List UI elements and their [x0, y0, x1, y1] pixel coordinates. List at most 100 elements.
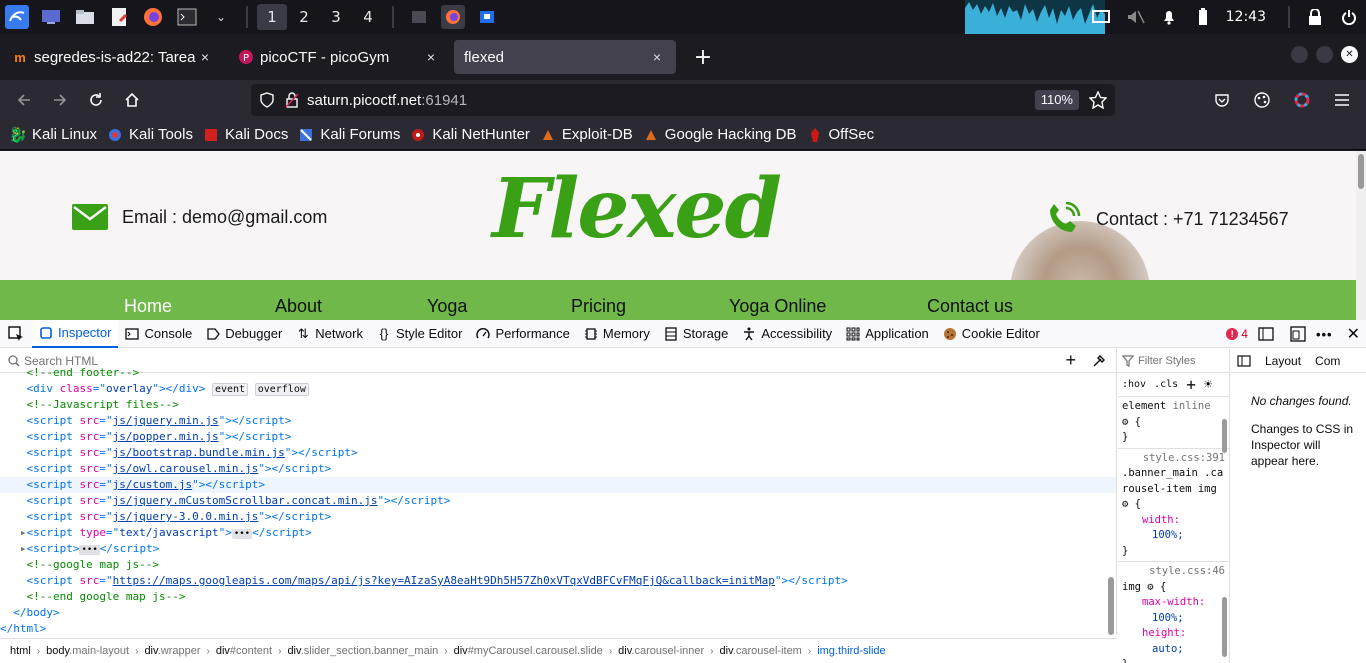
filter-styles-field[interactable]: Filter Styles [1118, 349, 1229, 373]
code-line[interactable]: ▸<script type="text/javascript"> ••• </scr… [0, 525, 1116, 541]
breadcrumb-item[interactable]: img.third-slide [817, 645, 885, 657]
css-value[interactable]: 100%; [1122, 611, 1225, 627]
workspace-2[interactable]: 2 [289, 4, 319, 30]
gear-icon[interactable]: ⚙ [1122, 498, 1128, 510]
terminal-icon[interactable] [175, 5, 199, 29]
code-line[interactable]: <script src="js/jquery.mCustomScrollbar.… [0, 493, 1116, 509]
code-line[interactable]: <!--end footer--> [0, 365, 1116, 381]
tab-picoctf[interactable]: P picoCTF - picoGym × [228, 40, 450, 74]
nav-home[interactable]: Home [124, 296, 172, 317]
breadcrumb-item[interactable]: div.slider_section.banner_main [287, 645, 438, 657]
code-line[interactable]: <script src="js/jquery-3.0.0.min.js"></s… [0, 509, 1116, 525]
bookmark-google-hacking-db[interactable]: Google Hacking DB [643, 126, 797, 143]
css-property[interactable]: max-width: [1122, 595, 1225, 611]
clock[interactable]: 12:43 [1226, 9, 1266, 25]
bookmark-kali-linux[interactable]: 🐉 Kali Linux [9, 126, 97, 144]
code-line[interactable]: <!--Javascript files--> [0, 397, 1116, 413]
code-line-highlighted[interactable]: <script src="js/custom.js"></script> [0, 477, 1116, 493]
script-src[interactable]: js/popper.min.js [113, 430, 219, 443]
bookmark-kali-forums[interactable]: Kali Forums [298, 126, 400, 143]
code-line[interactable]: </body> [0, 605, 1116, 621]
script-src[interactable]: js/bootstrap.bundle.min.js [113, 446, 285, 459]
tab-network[interactable]: ⇅ Network [289, 320, 370, 348]
overflow-badge[interactable]: overflow [254, 383, 309, 396]
desktop-icon[interactable] [39, 5, 63, 29]
home-icon[interactable] [114, 84, 150, 116]
breadcrumb-item[interactable]: div.wrapper [144, 645, 200, 657]
dock-icon[interactable] [1290, 326, 1306, 342]
bookmark-exploit-db[interactable]: Exploit-DB [540, 126, 633, 143]
pocket-icon[interactable] [1204, 84, 1240, 116]
scrollbar-thumb[interactable] [1358, 154, 1364, 189]
close-tab-icon[interactable]: × [648, 49, 666, 65]
css-property[interactable]: width: [1122, 513, 1225, 529]
event-badge[interactable]: event [211, 383, 249, 396]
rule-source-link[interactable]: style.css:391 [1122, 451, 1225, 467]
pick-element-icon[interactable] [0, 320, 32, 348]
tab-performance[interactable]: Performance [469, 320, 576, 348]
tab-computed[interactable]: Com [1315, 354, 1340, 368]
mute-icon[interactable] [1123, 5, 1147, 29]
url-text[interactable]: saturn.picoctf.net:61941 [307, 92, 467, 109]
tab-segredes[interactable]: m segredes-is-ad22: Tarea 5 × [2, 40, 224, 74]
script-src[interactable]: js/owl.carousel.min.js [113, 462, 259, 475]
markup-scrollbar-thumb[interactable] [1108, 577, 1114, 635]
workspace-1[interactable]: 1 [257, 4, 287, 30]
collapsed-ellipsis[interactable]: ••• [79, 545, 100, 555]
code-line[interactable]: ▸<script> ••• </script> [0, 541, 1116, 557]
workspace-3[interactable]: 3 [321, 4, 351, 30]
tab-accessibility[interactable]: Accessibility [735, 320, 839, 348]
script-src[interactable]: https://maps.googleapis.com/maps/api/js?… [113, 574, 775, 587]
hover-toggle[interactable]: :hov [1122, 379, 1146, 390]
tab-cookie-editor[interactable]: Cookie Editor [936, 320, 1047, 348]
nav-pricing[interactable]: Pricing [571, 296, 626, 317]
close-window-icon[interactable]: ✕ [1341, 46, 1358, 63]
responsive-design-icon[interactable] [1258, 327, 1274, 341]
script-src[interactable]: js/custom.js [113, 478, 192, 491]
error-count[interactable]: ! 4 [1226, 327, 1248, 341]
forward-icon[interactable] [42, 84, 78, 116]
color-wheel-icon[interactable] [1284, 84, 1320, 116]
css-rule[interactable]: style.css:46 img ⚙ { max-width: 100%; he… [1118, 562, 1229, 663]
shield-icon[interactable] [259, 92, 275, 108]
nav-about[interactable]: About [275, 296, 322, 317]
tab-inspector[interactable]: Inspector [32, 319, 119, 348]
insecure-lock-icon[interactable] [285, 92, 299, 108]
app-window-icon[interactable] [475, 5, 499, 29]
tab-flexed[interactable]: flexed × [454, 40, 676, 74]
code-line[interactable]: <!--google map js--> [0, 557, 1116, 573]
code-line[interactable]: <script src="js/owl.carousel.min.js"></s… [0, 461, 1116, 477]
more-options-icon[interactable]: ••• [1316, 327, 1333, 342]
light-theme-icon[interactable]: ☀ [1204, 377, 1212, 393]
bookmark-star-icon[interactable] [1089, 91, 1107, 109]
back-icon[interactable] [6, 84, 42, 116]
firefox-window-icon[interactable] [441, 5, 465, 29]
battery-icon[interactable] [1191, 5, 1215, 29]
css-rule[interactable]: style.css:391 .banner_main .carousel-ite… [1118, 449, 1229, 562]
rules-scrollbar-thumb[interactable] [1222, 597, 1227, 657]
css-value[interactable]: auto; [1122, 642, 1225, 658]
close-devtools-icon[interactable]: ✕ [1347, 324, 1360, 344]
code-line[interactable]: <script src="js/popper.min.js"></script> [0, 429, 1116, 445]
minimize-icon[interactable] [1291, 46, 1308, 63]
gear-icon[interactable]: ⚙ [1147, 581, 1153, 593]
rules-scrollbar-thumb[interactable] [1222, 419, 1227, 453]
firefox-icon[interactable] [141, 5, 165, 29]
code-line[interactable]: <div class="overlay"></div> event overfl… [0, 381, 1116, 397]
add-rule-icon[interactable]: + [1186, 375, 1196, 394]
reload-icon[interactable] [78, 84, 114, 116]
page-scrollbar[interactable] [1356, 151, 1366, 320]
nav-yoga-online[interactable]: Yoga Online [729, 296, 826, 317]
kali-menu-icon[interactable] [5, 5, 29, 29]
bookmark-kali-nethunter[interactable]: Kali NetHunter [410, 126, 530, 143]
code-line[interactable]: <script src="https://maps.googleapis.com… [0, 573, 1116, 589]
breadcrumb-item[interactable]: div.carousel-item [720, 645, 802, 657]
code-line[interactable]: <!--end google map js--> [0, 589, 1116, 605]
script-src[interactable]: js/jquery.min.js [113, 414, 219, 427]
expand-arrow-icon[interactable]: ▸ [20, 526, 27, 539]
close-tab-icon[interactable]: × [196, 49, 214, 65]
tab-memory[interactable]: Memory [577, 320, 657, 348]
breadcrumb-item[interactable]: div#content [216, 645, 272, 657]
nav-yoga[interactable]: Yoga [427, 296, 467, 317]
breadcrumb-item[interactable]: body.main-layout [46, 645, 129, 657]
